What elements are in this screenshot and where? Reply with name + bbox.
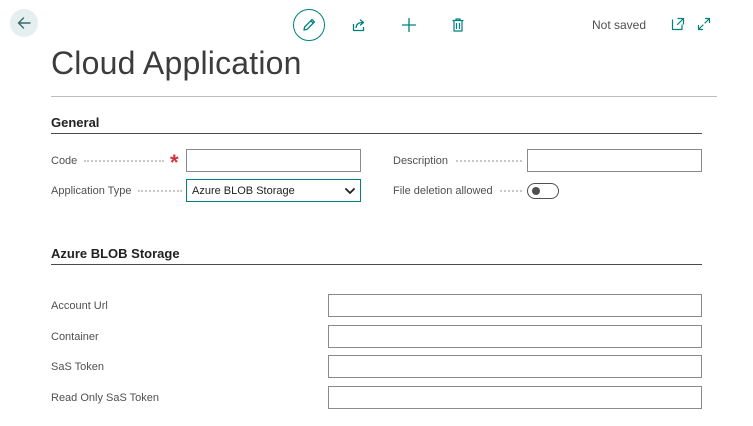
application-type-value: Azure BLOB Storage xyxy=(192,184,295,197)
file-deletion-label: File deletion allowed xyxy=(393,185,493,197)
edit-button[interactable] xyxy=(293,9,325,41)
share-button[interactable] xyxy=(343,9,375,41)
application-type-leader xyxy=(138,190,182,192)
save-status: Not saved xyxy=(592,18,647,32)
description-input[interactable] xyxy=(527,149,702,172)
pencil-icon xyxy=(303,18,316,31)
code-leader xyxy=(84,160,164,162)
read-only-sas-token-input[interactable] xyxy=(328,386,702,409)
share-icon xyxy=(352,19,365,32)
code-label: Code xyxy=(51,155,78,167)
account-url-label: Account Url xyxy=(51,300,108,312)
description-leader xyxy=(456,160,522,162)
delete-button[interactable] xyxy=(442,9,474,41)
toggle-knob xyxy=(532,187,540,195)
arrow-left-icon xyxy=(17,17,31,29)
container-input[interactable] xyxy=(328,325,702,348)
file-deletion-leader xyxy=(500,190,522,192)
account-url-input[interactable] xyxy=(328,294,702,317)
sas-token-input[interactable] xyxy=(328,355,702,378)
file-deletion-toggle[interactable] xyxy=(527,183,559,199)
expand-button[interactable] xyxy=(694,12,714,36)
sas-token-label: SaS Token xyxy=(51,361,105,373)
application-type-select[interactable]: Azure BLOB Storage xyxy=(186,179,361,202)
plus-icon xyxy=(401,17,417,33)
new-button[interactable] xyxy=(393,9,425,41)
back-button[interactable] xyxy=(10,9,38,37)
open-new-window-icon xyxy=(671,17,685,31)
general-section-title: General xyxy=(51,115,100,130)
container-label: Container xyxy=(51,331,99,343)
required-indicator: * xyxy=(170,150,179,175)
azure-section-divider xyxy=(51,264,702,265)
read-only-sas-token-label: Read Only SaS Token xyxy=(51,392,160,404)
trash-icon xyxy=(452,18,464,32)
general-section-divider xyxy=(51,133,702,134)
page-title: Cloud Application xyxy=(51,45,302,81)
chevron-down-icon xyxy=(345,187,355,194)
description-label: Description xyxy=(393,155,449,167)
expand-icon xyxy=(697,17,711,31)
title-divider xyxy=(51,96,717,97)
azure-section-title: Azure BLOB Storage xyxy=(51,246,180,261)
application-type-label: Application Type xyxy=(51,185,132,197)
code-input[interactable] xyxy=(186,149,361,172)
open-new-window-button[interactable] xyxy=(668,12,688,36)
